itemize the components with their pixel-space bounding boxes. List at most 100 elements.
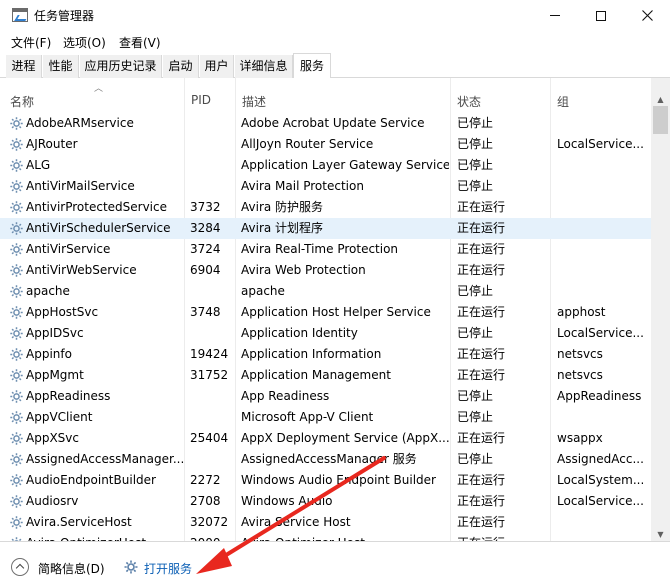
service-status: 正在运行 — [457, 242, 506, 256]
maximize-button[interactable] — [578, 0, 624, 31]
column-header-pid[interactable]: PID — [185, 78, 236, 113]
service-group: LocalSystem... — [557, 473, 643, 487]
open-services-link[interactable]: 打开服务 — [144, 560, 192, 577]
service-group: LocalService... — [557, 137, 643, 151]
service-status: 正在运行 — [457, 494, 506, 508]
menu-options[interactable]: 选项(O) — [63, 34, 106, 51]
service-gear-icon — [9, 242, 24, 257]
close-icon — [641, 10, 653, 21]
service-description: App Readiness — [241, 389, 330, 403]
fewer-details-button[interactable]: 简略信息(D) — [38, 560, 105, 577]
service-status: 已停止 — [457, 116, 494, 130]
service-description: Microsoft App-V Client — [241, 410, 374, 424]
services-list: ︿ 名称 PID 描述 状态 组 AdobeARMservice Adobe Ac… — [0, 78, 651, 541]
services-gear-icon[interactable] — [123, 559, 139, 575]
vertical-scrollbar[interactable]: ▲ ▼ — [651, 78, 670, 541]
service-row[interactable]: AJRouter AllJoyn Router Service 已停止 LocalSe… — [0, 134, 651, 155]
service-row[interactable]: AntiVirWebService 6904 Avira Web Protectio… — [0, 260, 651, 281]
service-row[interactable]: AntiVirMailService Avira Mail Protection 已… — [0, 176, 651, 197]
service-gear-icon — [9, 221, 24, 236]
scroll-thumb[interactable] — [653, 106, 668, 134]
column-header-description[interactable]: 描述 — [236, 78, 451, 113]
title-bar: 任务管理器 — [0, 0, 670, 31]
service-row[interactable]: AppReadiness App Readiness 已停止 AppReadiness — [0, 386, 651, 407]
service-row[interactable]: AudioEndpointBuilder 2272 Windows Audio En… — [0, 470, 651, 491]
service-row[interactable]: AssignedAccessManager... AssignedAccessMa… — [0, 449, 651, 470]
tab-app-history[interactable]: 应用历史记录 — [80, 55, 162, 78]
service-name: AntiVirMailService — [26, 179, 135, 193]
service-row[interactable]: AppHostSvc 3748 Application Host Helper Se… — [0, 302, 651, 323]
close-button[interactable] — [624, 0, 670, 31]
service-gear-icon — [9, 179, 24, 194]
service-group — [557, 197, 643, 218]
collapse-up-icon[interactable] — [11, 558, 29, 576]
service-pid: 32072 — [190, 515, 229, 529]
service-row[interactable]: AdobeARMservice Adobe Acrobat Update Serv… — [0, 113, 651, 134]
service-group: AssignedAcc... — [557, 452, 643, 466]
service-description: Avira 计划程序 — [241, 221, 324, 235]
column-header-status[interactable]: 状态 — [451, 78, 551, 113]
service-group: netsvcs — [557, 368, 603, 382]
maximize-icon — [596, 10, 606, 21]
service-gear-icon — [9, 158, 24, 173]
service-group — [557, 218, 643, 239]
service-status: 正在运行 — [457, 200, 506, 214]
column-header-name-label: 名称 — [10, 95, 35, 109]
tab-strip: 进程 性能 应用历史记录 启动 用户 详细信息 服务 — [0, 53, 670, 79]
service-group — [557, 176, 643, 197]
service-group — [557, 155, 643, 176]
service-status: 已停止 — [457, 452, 494, 466]
service-gear-icon — [9, 389, 24, 404]
service-pid: 3284 — [190, 221, 221, 235]
service-group — [557, 512, 643, 533]
service-pid — [190, 323, 236, 344]
service-pid — [190, 386, 236, 407]
service-row[interactable]: AppIDSvc Application Identity 已停止 LocalServ… — [0, 323, 651, 344]
tab-processes[interactable]: 进程 — [6, 55, 42, 78]
service-gear-icon — [9, 305, 24, 320]
tab-details[interactable]: 详细信息 — [235, 55, 293, 78]
service-row[interactable]: AntiVirService 3724 Avira Real-Time Protec… — [0, 239, 651, 260]
service-name: apache — [26, 284, 70, 298]
tab-users[interactable]: 用户 — [200, 55, 234, 78]
service-pid — [190, 176, 236, 197]
menu-view[interactable]: 查看(V) — [119, 34, 161, 51]
service-description: Application Information — [241, 347, 382, 361]
scroll-up-icon[interactable]: ▲ — [651, 92, 670, 106]
service-status: 已停止 — [457, 410, 494, 424]
service-row[interactable]: Avira.ServiceHost 32072 Avira Service Host… — [0, 512, 651, 533]
service-name: Audiosrv — [26, 494, 79, 508]
column-header-group[interactable]: 组 — [551, 78, 651, 113]
scroll-down-icon[interactable]: ▼ — [651, 527, 670, 541]
service-pid: 31752 — [190, 368, 229, 382]
service-name: AppHostSvc — [26, 305, 99, 319]
tab-services[interactable]: 服务 — [293, 53, 331, 79]
minimize-button[interactable] — [532, 0, 578, 31]
service-group — [557, 407, 643, 428]
service-pid: 25404 — [190, 431, 229, 445]
service-row[interactable]: AppMgmt 31752 Application Management 正在运行 ne… — [0, 365, 651, 386]
service-description: Avira 防护服务 — [241, 200, 324, 214]
service-row[interactable]: AppXSvc 25404 AppX Deployment Service (App… — [0, 428, 651, 449]
service-row[interactable]: AppVClient Microsoft App-V Client 已停止 — [0, 407, 651, 428]
service-gear-icon — [9, 116, 24, 131]
service-status: 已停止 — [457, 284, 494, 298]
tab-performance[interactable]: 性能 — [43, 55, 79, 78]
service-gear-icon — [9, 368, 24, 383]
tab-startup[interactable]: 启动 — [163, 55, 199, 78]
service-pid — [190, 407, 236, 428]
service-row[interactable]: ALG Application Layer Gateway Service 已停止 — [0, 155, 651, 176]
service-row[interactable]: Audiosrv 2708 Windows Audio 正在运行 LocalServic… — [0, 491, 651, 512]
service-status: 正在运行 — [457, 305, 506, 319]
column-header-name[interactable]: ︿ 名称 — [4, 78, 185, 113]
service-row[interactable]: Appinfo 19424 Application Information 正在运行 n… — [0, 344, 651, 365]
service-row[interactable]: Avira.OptimizerHost 2000 Avira Optimizer H… — [0, 533, 651, 541]
service-row[interactable]: apache apache 已停止 — [0, 281, 651, 302]
service-name: AntiVirWebService — [26, 263, 137, 277]
service-row[interactable]: AntiVirSchedulerService 3284 Avira 计划程序 正在运… — [0, 218, 651, 239]
service-description: Avira Web Protection — [241, 263, 366, 277]
menu-file[interactable]: 文件(F) — [11, 34, 51, 51]
service-row[interactable]: AntivirProtectedService 3732 Avira 防护服务 正在运… — [0, 197, 651, 218]
service-pid: 3748 — [190, 305, 221, 319]
service-gear-icon — [9, 284, 24, 299]
